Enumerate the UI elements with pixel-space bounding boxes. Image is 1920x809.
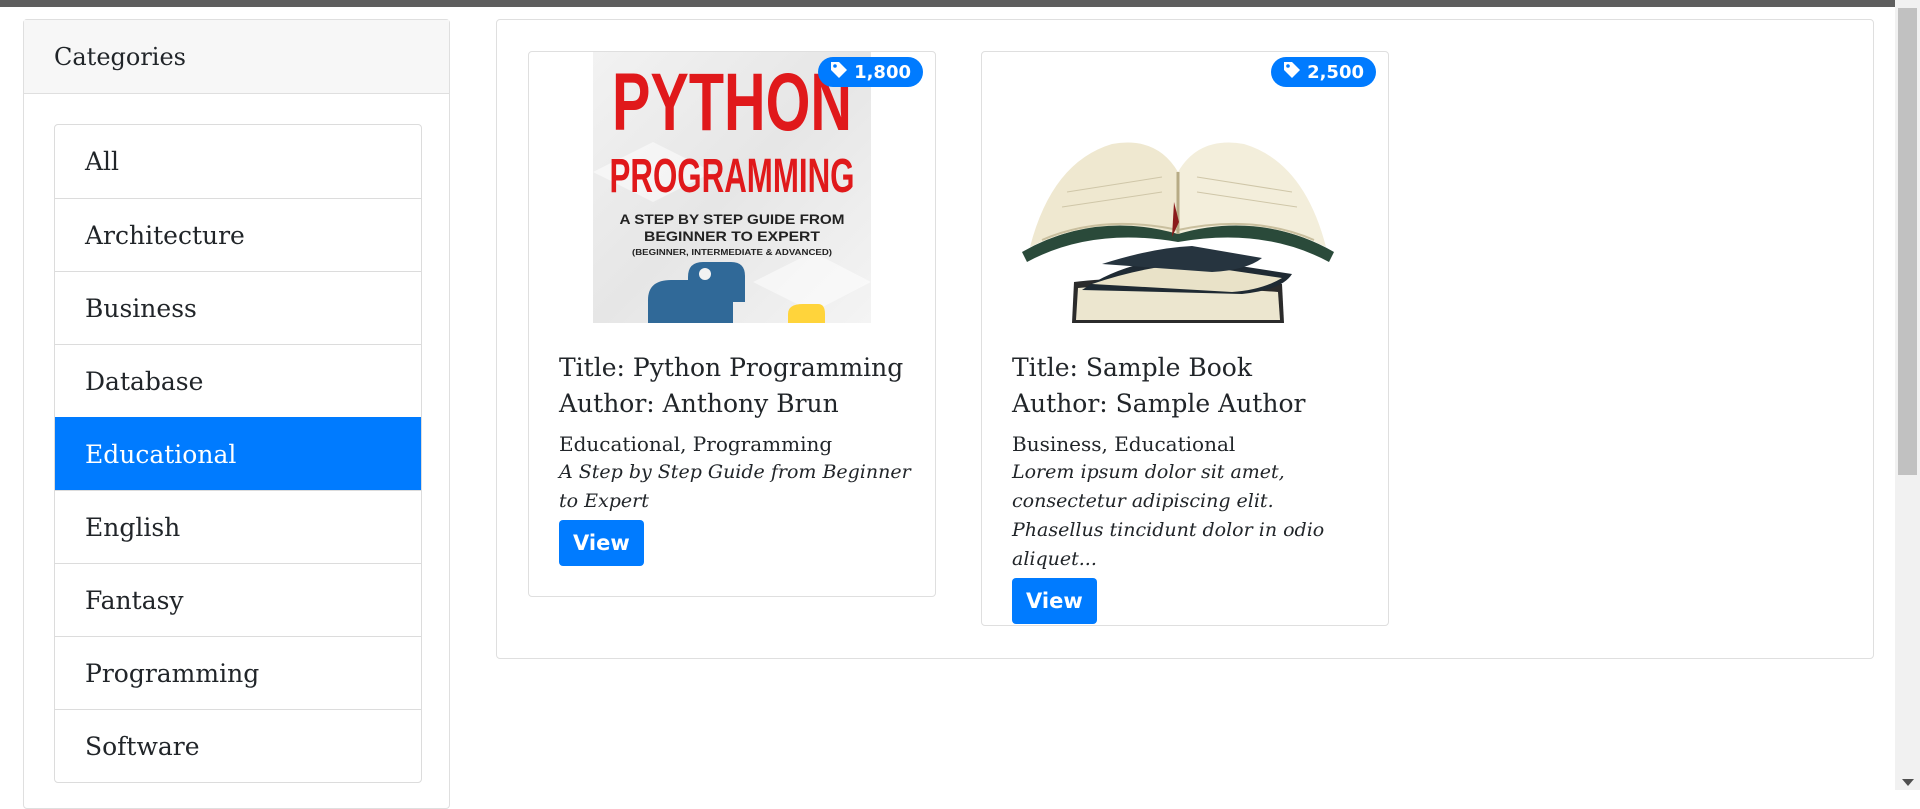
category-item-software[interactable]: Software bbox=[55, 709, 421, 782]
cover-title-1: PYTHON bbox=[612, 57, 852, 148]
book-info: Title: Python Programming Author: Anthon… bbox=[559, 350, 915, 566]
view-button[interactable]: View bbox=[1012, 578, 1097, 624]
price-badge: 1,800 bbox=[818, 57, 923, 87]
category-item-business[interactable]: Business bbox=[55, 271, 421, 344]
book-grid: PYTHON PROGRAMMING A STEP BY STEP GUIDE … bbox=[496, 19, 1874, 659]
category-item-database[interactable]: Database bbox=[55, 344, 421, 417]
scrollbar-thumb[interactable] bbox=[1898, 8, 1917, 475]
book-info: Title: Sample Book Author: Sample Author… bbox=[1012, 350, 1368, 624]
cover-subtitle-1: A STEP BY STEP GUIDE FROM bbox=[620, 211, 845, 227]
category-item-architecture[interactable]: Architecture bbox=[55, 198, 421, 271]
category-item-programming[interactable]: Programming bbox=[55, 636, 421, 709]
vertical-scrollbar[interactable] bbox=[1895, 0, 1920, 790]
book-author: Author: Anthony Brun bbox=[559, 389, 839, 418]
book-title: Title: Sample Book bbox=[1012, 353, 1252, 382]
book-description: A Step by Step Guide from Beginner to Ex… bbox=[559, 461, 911, 512]
python-cover: PYTHON PROGRAMMING A STEP BY STEP GUIDE … bbox=[593, 52, 871, 323]
price-value: 2,500 bbox=[1307, 61, 1364, 83]
category-list: All Architecture Business Database Educa… bbox=[54, 124, 422, 783]
top-bar bbox=[0, 0, 1920, 7]
book-cover-image: 2,500 bbox=[982, 52, 1388, 323]
category-item-all[interactable]: All bbox=[55, 125, 421, 198]
book-categories: Educational, Programming bbox=[559, 432, 833, 456]
book-card: PYTHON PROGRAMMING A STEP BY STEP GUIDE … bbox=[528, 51, 936, 597]
cover-subtitle-2: BEGINNER TO EXPERT bbox=[644, 228, 820, 244]
price-badge: 2,500 bbox=[1271, 57, 1376, 87]
tag-icon bbox=[830, 61, 848, 84]
tag-icon bbox=[1283, 61, 1301, 84]
price-value: 1,800 bbox=[854, 61, 911, 83]
book-author: Author: Sample Author bbox=[1012, 389, 1306, 418]
book-card: 2,500 Title: Sample Book Author: Sample … bbox=[981, 51, 1389, 626]
scroll-down-arrow-icon[interactable] bbox=[1902, 779, 1914, 786]
cover-subtitle-3: (BEGINNER, INTERMEDIATE & ADVANCED) bbox=[632, 248, 832, 257]
book-cover-image: PYTHON PROGRAMMING A STEP BY STEP GUIDE … bbox=[529, 52, 935, 323]
book-title: Title: Python Programming bbox=[559, 353, 904, 382]
category-item-english[interactable]: English bbox=[55, 490, 421, 563]
category-item-fantasy[interactable]: Fantasy bbox=[55, 563, 421, 636]
cover-title-2: PROGRAMMING bbox=[610, 150, 855, 203]
book-description: Lorem ipsum dolor sit amet, consectetur … bbox=[1012, 461, 1325, 570]
book-categories: Business, Educational bbox=[1012, 432, 1236, 456]
view-button[interactable]: View bbox=[559, 520, 644, 566]
open-book-image bbox=[1022, 142, 1334, 323]
category-item-educational[interactable]: Educational bbox=[55, 417, 421, 490]
categories-header: Categories bbox=[24, 20, 449, 94]
categories-panel: Categories All Architecture Business Dat… bbox=[23, 19, 450, 809]
